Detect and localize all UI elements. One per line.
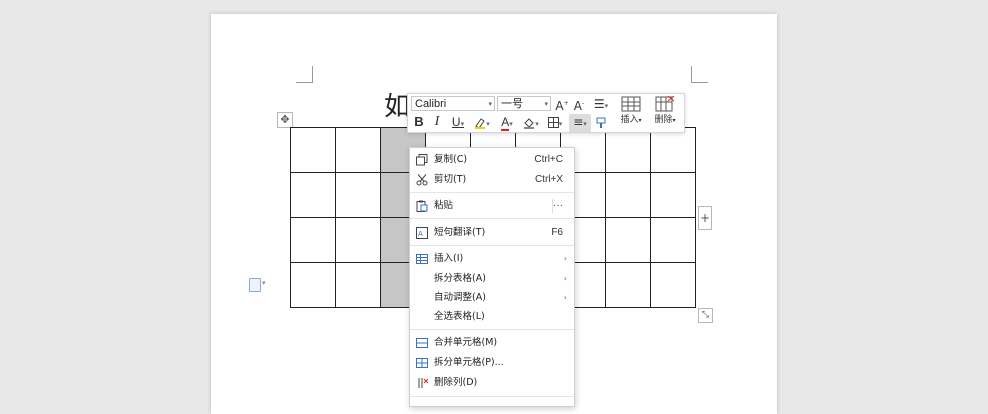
font-color-icon[interactable]: A▾ [496, 114, 518, 132]
scissors-icon [416, 174, 428, 186]
align-center-icon[interactable]: ≡▾ [569, 114, 591, 132]
menu-vertical-divider [552, 199, 553, 213]
table-cell[interactable] [290, 217, 336, 263]
table-cell[interactable] [650, 217, 696, 263]
menu-divider [410, 218, 574, 219]
chevron-down-icon[interactable]: ▾ [262, 279, 266, 287]
table-move-handle-icon[interactable]: ✥ [277, 112, 293, 128]
split-cells-icon [416, 358, 428, 368]
chevron-right-icon: › [563, 274, 567, 283]
underline-button[interactable]: U▾ [447, 114, 469, 133]
table-insert-icon [621, 96, 641, 112]
paste-icon [416, 200, 428, 212]
translate-icon: A [416, 227, 428, 239]
menu-item-merge-cells[interactable]: 合并单元格(M) [410, 333, 574, 353]
table-cell[interactable] [335, 262, 381, 308]
menu-item-translate[interactable]: A 短句翻译(T) F6 [410, 223, 574, 243]
document-outline-icon[interactable] [249, 278, 261, 292]
table-cell[interactable] [605, 172, 651, 218]
context-menu: 复制(C) Ctrl+C 剪切(T) Ctrl+X 粘贴 ··· A 短句翻译(… [409, 147, 575, 407]
table-cell[interactable] [650, 262, 696, 308]
line-spacing-icon[interactable]: ☰▾ [590, 96, 612, 114]
insert-table-button[interactable]: 插入▾ [614, 96, 648, 127]
menu-divider [410, 396, 574, 397]
menu-item-split-cells[interactable]: 拆分单元格(P)... [410, 353, 574, 373]
menu-divider [410, 329, 574, 330]
menu-item-autofit[interactable]: 自动调整(A) › [410, 288, 574, 308]
menu-item-copy[interactable]: 复制(C) Ctrl+C [410, 150, 574, 170]
format-painter-icon[interactable] [594, 114, 608, 130]
table-cell[interactable] [335, 172, 381, 218]
insert-label: 插入 [620, 115, 639, 125]
svg-text:A: A [418, 230, 423, 238]
page-corner-mark-top-right [691, 66, 708, 83]
chevron-down-icon: ▾ [488, 101, 492, 108]
table-cell[interactable] [335, 127, 381, 173]
menu-item-paste[interactable]: 粘贴 ··· [410, 196, 574, 216]
floating-format-toolbar: Calibri ▾ 一号 ▾ A+ A- ☰▾ B I U▾ ▾ A▾ ▾ ▾ … [407, 93, 685, 133]
menu-item-delete-column[interactable]: 删除列(D) [410, 373, 574, 393]
chevron-right-icon: › [563, 293, 567, 302]
copy-icon [416, 154, 428, 166]
italic-button[interactable]: I [430, 114, 444, 130]
more-options-icon[interactable]: ··· [553, 196, 563, 216]
menu-divider [410, 192, 574, 193]
highlight-icon[interactable]: ▾ [471, 114, 493, 132]
table-cell[interactable] [605, 262, 651, 308]
font-name-select[interactable]: Calibri ▾ [411, 96, 495, 111]
font-name-value: Calibri [415, 98, 447, 110]
page-corner-mark-top-left [296, 66, 313, 83]
merge-cells-icon [416, 338, 428, 348]
menu-item-select-table[interactable]: 全选表格(L) [410, 307, 574, 327]
borders-icon[interactable]: ▾ [544, 114, 566, 132]
table-resize-handle-icon[interactable]: ⤡ [698, 308, 713, 323]
font-size-value: 一号 [501, 98, 523, 110]
table-cell[interactable] [605, 127, 651, 173]
fill-color-icon[interactable]: ▾ [520, 114, 542, 132]
table-cell[interactable] [335, 217, 381, 263]
menu-item-split-table[interactable]: 拆分表格(A) › [410, 269, 574, 289]
menu-item-cut[interactable]: 剪切(T) Ctrl+X [410, 170, 574, 190]
table-cell[interactable] [290, 262, 336, 308]
font-size-select[interactable]: 一号 ▾ [497, 96, 551, 111]
table-cell[interactable] [605, 217, 651, 263]
delete-label: 删除 [654, 115, 673, 125]
shrink-font-icon[interactable]: A- [572, 96, 586, 114]
add-column-plus-icon[interactable]: + [698, 206, 712, 230]
table-cell[interactable] [650, 172, 696, 218]
grow-font-icon[interactable]: A+ [555, 96, 569, 114]
delete-column-icon [418, 378, 428, 388]
table-cell[interactable] [290, 127, 336, 173]
menu-item-insert[interactable]: 插入(I) › [410, 249, 574, 269]
chevron-right-icon: › [563, 254, 567, 263]
chevron-down-icon: ▾ [544, 101, 548, 108]
bold-button[interactable]: B [412, 114, 426, 130]
table-cell[interactable] [290, 172, 336, 218]
delete-table-button[interactable]: 删除▾ [648, 96, 682, 127]
table-icon [416, 254, 428, 264]
table-delete-icon [655, 96, 675, 112]
menu-divider [410, 245, 574, 246]
table-cell[interactable] [650, 127, 696, 173]
